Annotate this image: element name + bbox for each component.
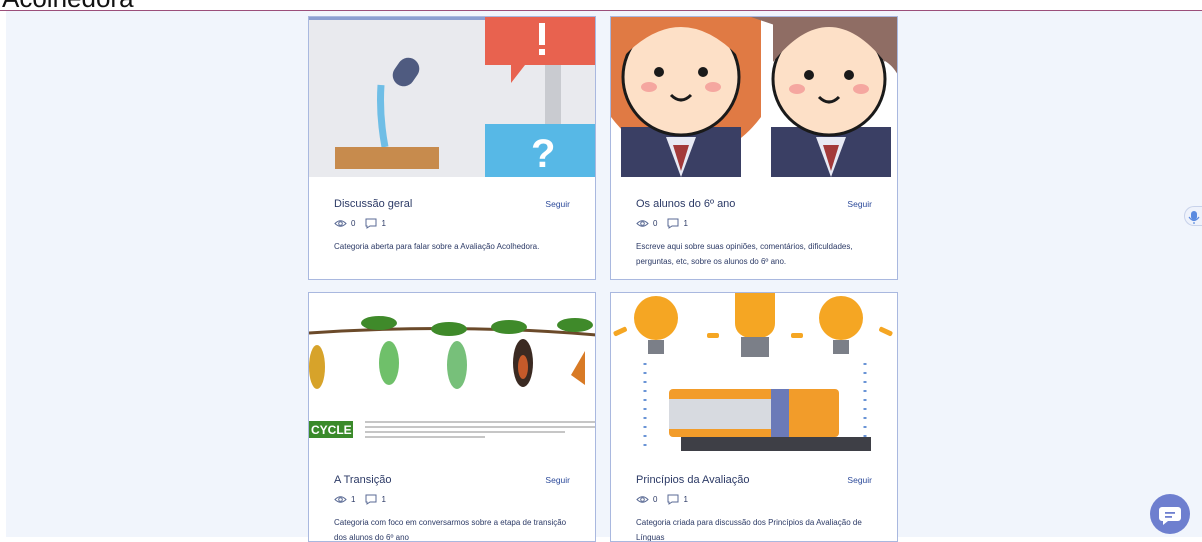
comments-count: 1 bbox=[683, 494, 688, 504]
card-image-students bbox=[611, 17, 897, 177]
card-stats: 0 1 bbox=[636, 217, 694, 229]
card-description: Categoria criada para discussão dos Prin… bbox=[636, 518, 862, 542]
category-card-discussao-geral[interactable]: ? Discussão geral Seguir 0 1 Categoria a… bbox=[308, 16, 596, 280]
card-stats: 0 1 bbox=[334, 217, 392, 229]
cycle-label: CYCLE bbox=[311, 423, 352, 437]
category-card-principios-avaliacao[interactable]: Princípios da Avaliação Seguir 0 1 Categ… bbox=[610, 292, 898, 542]
comment-icon bbox=[667, 494, 679, 505]
comment-icon bbox=[365, 494, 377, 505]
follow-button[interactable]: Seguir bbox=[545, 475, 570, 485]
comments-count: 1 bbox=[683, 218, 688, 228]
card-image-butterfly-cycle: CYCLE bbox=[309, 293, 595, 453]
card-description: Categoria com foco em conversarmos sobre… bbox=[334, 518, 567, 542]
card-description: Categoria aberta para falar sobre a Aval… bbox=[334, 242, 540, 251]
comment-icon bbox=[667, 218, 679, 229]
category-card-a-transicao[interactable]: CYCLE A Transição Seguir 1 1 Categoria c… bbox=[308, 292, 596, 542]
card-title[interactable]: Discussão geral bbox=[334, 198, 412, 210]
comment-icon bbox=[365, 218, 377, 229]
top-header: Acolhedora bbox=[0, 0, 1202, 11]
card-title[interactable]: A Transição bbox=[334, 474, 391, 486]
comments-count: 1 bbox=[381, 494, 386, 504]
chat-bubble-icon[interactable] bbox=[1150, 494, 1190, 534]
follow-button[interactable]: Seguir bbox=[545, 199, 570, 209]
eye-icon bbox=[334, 219, 347, 227]
views-count: 1 bbox=[351, 494, 356, 504]
card-title[interactable]: Princípios da Avaliação bbox=[636, 474, 750, 486]
follow-button[interactable]: Seguir bbox=[847, 199, 872, 209]
card-stats: 0 1 bbox=[636, 493, 694, 505]
category-grid: ? Discussão geral Seguir 0 1 Categoria a… bbox=[6, 11, 1202, 542]
microphone-icon[interactable] bbox=[1184, 206, 1202, 226]
svg-text:?: ? bbox=[531, 132, 555, 176]
follow-button[interactable]: Seguir bbox=[847, 475, 872, 485]
card-description: Escreve aqui sobre suas opiniões, coment… bbox=[636, 242, 853, 266]
eye-icon bbox=[636, 495, 649, 503]
eye-icon bbox=[334, 495, 347, 503]
card-title[interactable]: Os alunos do 6º ano bbox=[636, 198, 735, 210]
category-card-alunos-6-ano[interactable]: Os alunos do 6º ano Seguir 0 1 Escreve a… bbox=[610, 16, 898, 280]
card-image-lightbulbs-books bbox=[611, 293, 897, 453]
card-stats: 1 1 bbox=[334, 493, 392, 505]
comments-count: 1 bbox=[381, 218, 386, 228]
views-count: 0 bbox=[653, 494, 658, 504]
page-title: Acolhedora bbox=[2, 0, 134, 10]
views-count: 0 bbox=[653, 218, 658, 228]
eye-icon bbox=[636, 219, 649, 227]
views-count: 0 bbox=[351, 218, 356, 228]
card-image-microphone: ? bbox=[309, 17, 595, 177]
